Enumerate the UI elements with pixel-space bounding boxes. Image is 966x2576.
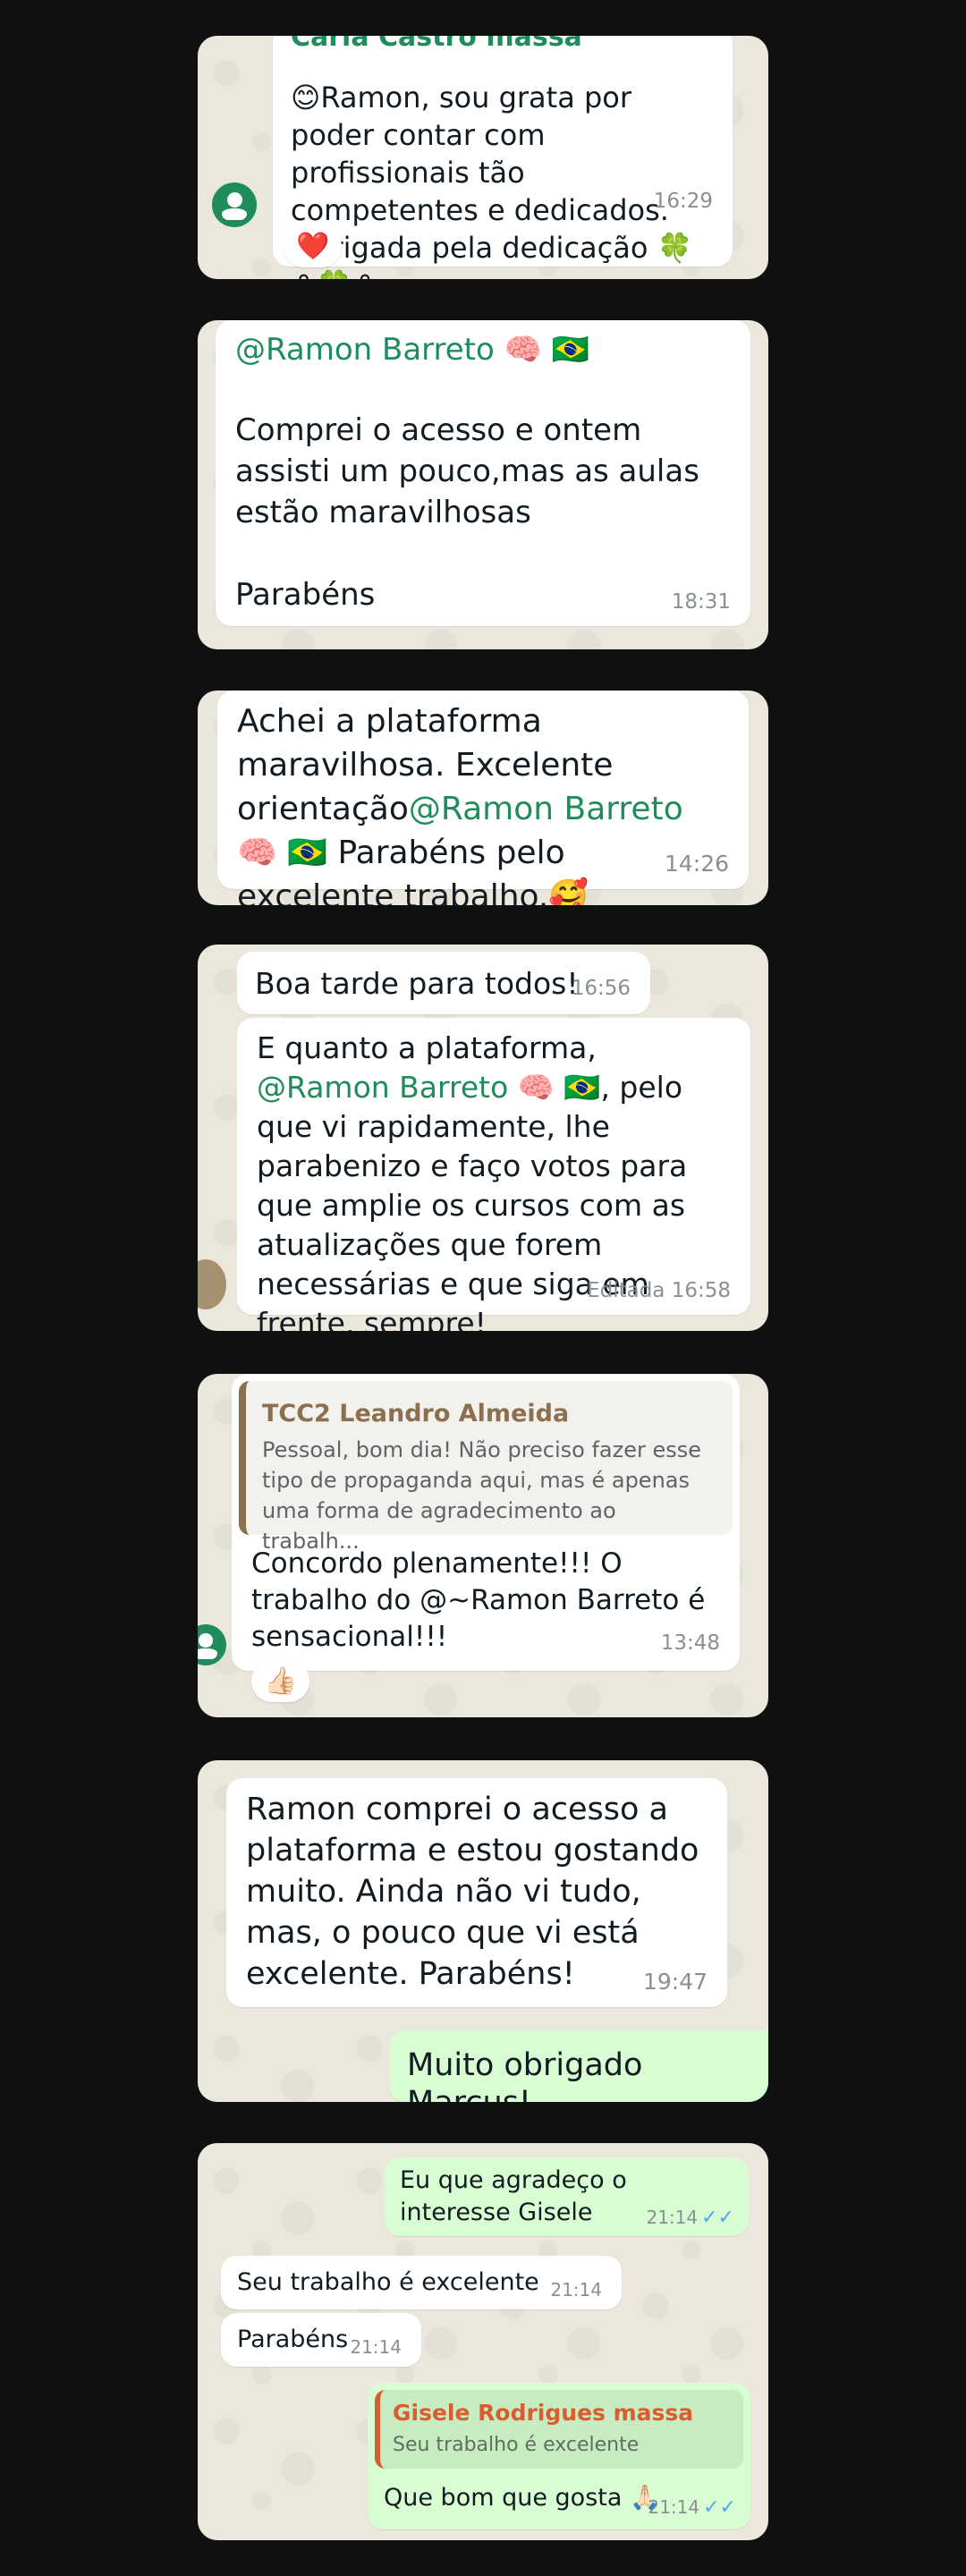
mention-text[interactable]: @Ramon Barreto 🧠 🇧🇷	[235, 329, 731, 370]
message-time: Editada 16:58	[587, 1279, 731, 1302]
text-after: 🧠 🇧🇷 Parabéns pelo excelente trabalho.🥰	[237, 835, 589, 905]
message-text: Comprei o acesso e ontem assisti um pouc…	[235, 412, 699, 613]
message-time: 21:14	[550, 2279, 602, 2301]
message-text: Ramon comprei o acesso a plataforma e es…	[246, 1792, 699, 1992]
message-bubble-short[interactable]: Boa tarde para todos! 16:56	[237, 952, 650, 1014]
text-before: E quanto a plataforma,	[257, 1030, 597, 1065]
incoming-bubble[interactable]: Seu trabalho é excelente 21:14	[221, 2256, 622, 2309]
reaction-badge[interactable]: 👍🏻	[251, 1660, 310, 1702]
message-time: 21:14 ✓✓	[646, 2207, 734, 2229]
screenshot-card-6: Ramon comprei o acesso a plataforma e es…	[198, 1760, 768, 2102]
message-bubble[interactable]: @Ramon Barreto 🧠 🇧🇷 Comprei o acesso e o…	[216, 320, 750, 626]
screenshot-card-1: Carla Castro massa 😊Ramon, sou grata por…	[198, 36, 768, 279]
message-time: 13:48	[660, 1631, 720, 1655]
mention-text[interactable]: @Ramon Barreto	[409, 791, 683, 827]
quote-author: TCC2 Leandro Almeida	[262, 1400, 570, 1428]
read-ticks-icon: ✓✓	[701, 2207, 734, 2229]
message-time: 18:31	[671, 590, 731, 614]
read-ticks-icon: ✓✓	[703, 2496, 736, 2519]
message-text: Eu que agradeço o interesse Gisele	[400, 2166, 627, 2226]
message-time: 14:26	[664, 851, 729, 877]
screenshot-card-2: @Ramon Barreto 🧠 🇧🇷 Comprei o acesso e o…	[198, 320, 768, 649]
quoted-message[interactable]: TCC2 Leandro Almeida Pessoal, bom dia! N…	[239, 1381, 733, 1554]
message-bubble[interactable]: TCC2 Leandro Almeida Pessoal, bom dia! N…	[232, 1374, 740, 1671]
time-value: 21:14	[648, 2496, 700, 2518]
avatar[interactable]	[198, 1259, 226, 1309]
outgoing-bubble[interactable]: Eu que agradeço o interesse Gisele 21:14…	[384, 2157, 749, 2236]
sender-name: Carla Castro massa	[291, 36, 582, 53]
message-text: Achei a plataforma maravilhosa. Excelent…	[237, 699, 729, 905]
quote-text: Pessoal, bom dia! Não preciso fazer esse…	[262, 1437, 702, 1554]
time-value: 21:14	[646, 2207, 699, 2228]
message-bubble[interactable]: Carla Castro massa 😊Ramon, sou grata por…	[273, 36, 733, 279]
reply-bubble[interactable]: Muito obrigado Marcus!	[389, 2030, 768, 2102]
outgoing-bubble[interactable]: Gisele Rodrigues massa Seu trabalho é ex…	[368, 2383, 750, 2529]
reaction-badge[interactable]: ❤️	[284, 225, 343, 267]
screenshot-card-4: Boa tarde para todos! 16:56 E quanto a p…	[198, 945, 768, 1331]
avatar[interactable]	[198, 1624, 226, 1665]
message-time: 21:14 ✓✓	[648, 2496, 736, 2519]
message-time: 16:29	[653, 190, 713, 213]
incoming-bubble[interactable]: Parabéns 21:14	[221, 2313, 421, 2367]
quoted-message[interactable]: Gisele Rodrigues massa Seu trabalho é ex…	[375, 2390, 743, 2469]
screenshot-card-7: Eu que agradeço o interesse Gisele 21:14…	[198, 2143, 768, 2540]
screenshot-card-5: TCC2 Leandro Almeida Pessoal, bom dia! N…	[198, 1374, 768, 1717]
mention-text[interactable]: @Ramon Barreto	[257, 1070, 508, 1105]
reply-text: Muito obrigado Marcus!	[407, 2047, 643, 2102]
quote-author: Gisele Rodrigues massa	[393, 2400, 694, 2426]
avatar[interactable]	[212, 182, 257, 227]
message-time: 21:14	[350, 2336, 402, 2358]
time-value: 16:58	[671, 1279, 731, 1302]
message-time: 19:47	[642, 1969, 708, 1995]
screenshot-card-3: Achei a plataforma maravilhosa. Excelent…	[198, 691, 768, 905]
quote-text: Seu trabalho é excelente	[393, 2434, 640, 2456]
message-bubble[interactable]: Ramon comprei o acesso a plataforma e es…	[226, 1778, 727, 2007]
message-text: 😊Ramon, sou grata por poder contar com p…	[291, 80, 693, 279]
message-bubble[interactable]: Achei a plataforma maravilhosa. Excelent…	[217, 691, 749, 905]
edited-label: Editada	[587, 1279, 665, 1302]
message-bubble[interactable]: E quanto a plataforma, @Ramon Barreto 🧠 …	[237, 1018, 750, 1331]
message-time: 16:56	[571, 977, 631, 1000]
